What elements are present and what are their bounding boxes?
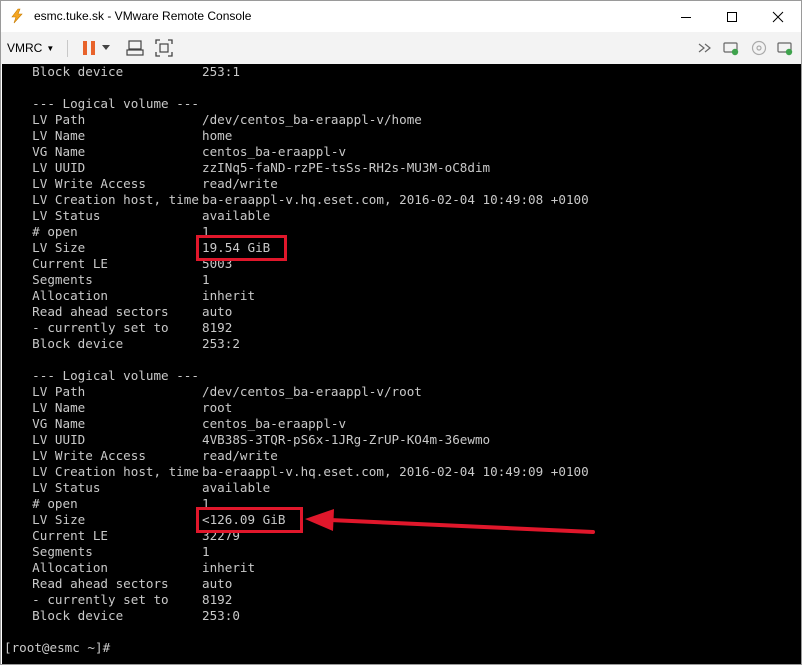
send-ctrl-alt-del-button[interactable] (125, 38, 145, 58)
removable-devices-button[interactable] (721, 38, 741, 58)
pause-icon (83, 41, 95, 55)
minimize-button[interactable] (663, 1, 709, 32)
close-icon (772, 11, 784, 22)
forward-icon (698, 43, 711, 53)
fullscreen-icon (155, 39, 173, 57)
send-ctrl-alt-del-icon (126, 40, 144, 56)
vmrc-menu-label: VMRC (7, 41, 43, 55)
maximize-icon (727, 11, 737, 22)
help-icon (777, 42, 793, 56)
vmrc-menu-button[interactable]: VMRC ▼ (7, 38, 54, 58)
annotation-arrow (305, 509, 595, 534)
toolbar: VMRC ▼ (1, 32, 801, 64)
help-button[interactable] (775, 38, 795, 58)
toolbar-divider (67, 40, 68, 57)
title-bar[interactable]: esmc.tuke.sk - VMware Remote Console (1, 1, 801, 32)
maximize-button[interactable] (709, 1, 755, 32)
fullscreen-button[interactable] (154, 38, 174, 58)
forward-button[interactable] (695, 38, 715, 58)
minimize-icon (681, 16, 691, 18)
close-button[interactable] (755, 1, 801, 32)
dropdown-icon (102, 45, 110, 50)
window-title: esmc.tuke.sk - VMware Remote Console (34, 9, 252, 23)
removable-devices-icon (723, 42, 739, 56)
pause-button[interactable] (79, 38, 99, 58)
power-options-dropdown[interactable] (99, 38, 113, 58)
cd-icon (751, 40, 767, 56)
console-screen[interactable]: Block device 253:1 --- Logical volume ---… (2, 64, 801, 664)
cd-button[interactable] (749, 38, 769, 58)
vmware-app-icon (9, 8, 25, 24)
chevron-down-icon: ▼ (46, 43, 55, 53)
vmrc-window: esmc.tuke.sk - VMware Remote Console VMR… (0, 0, 802, 665)
